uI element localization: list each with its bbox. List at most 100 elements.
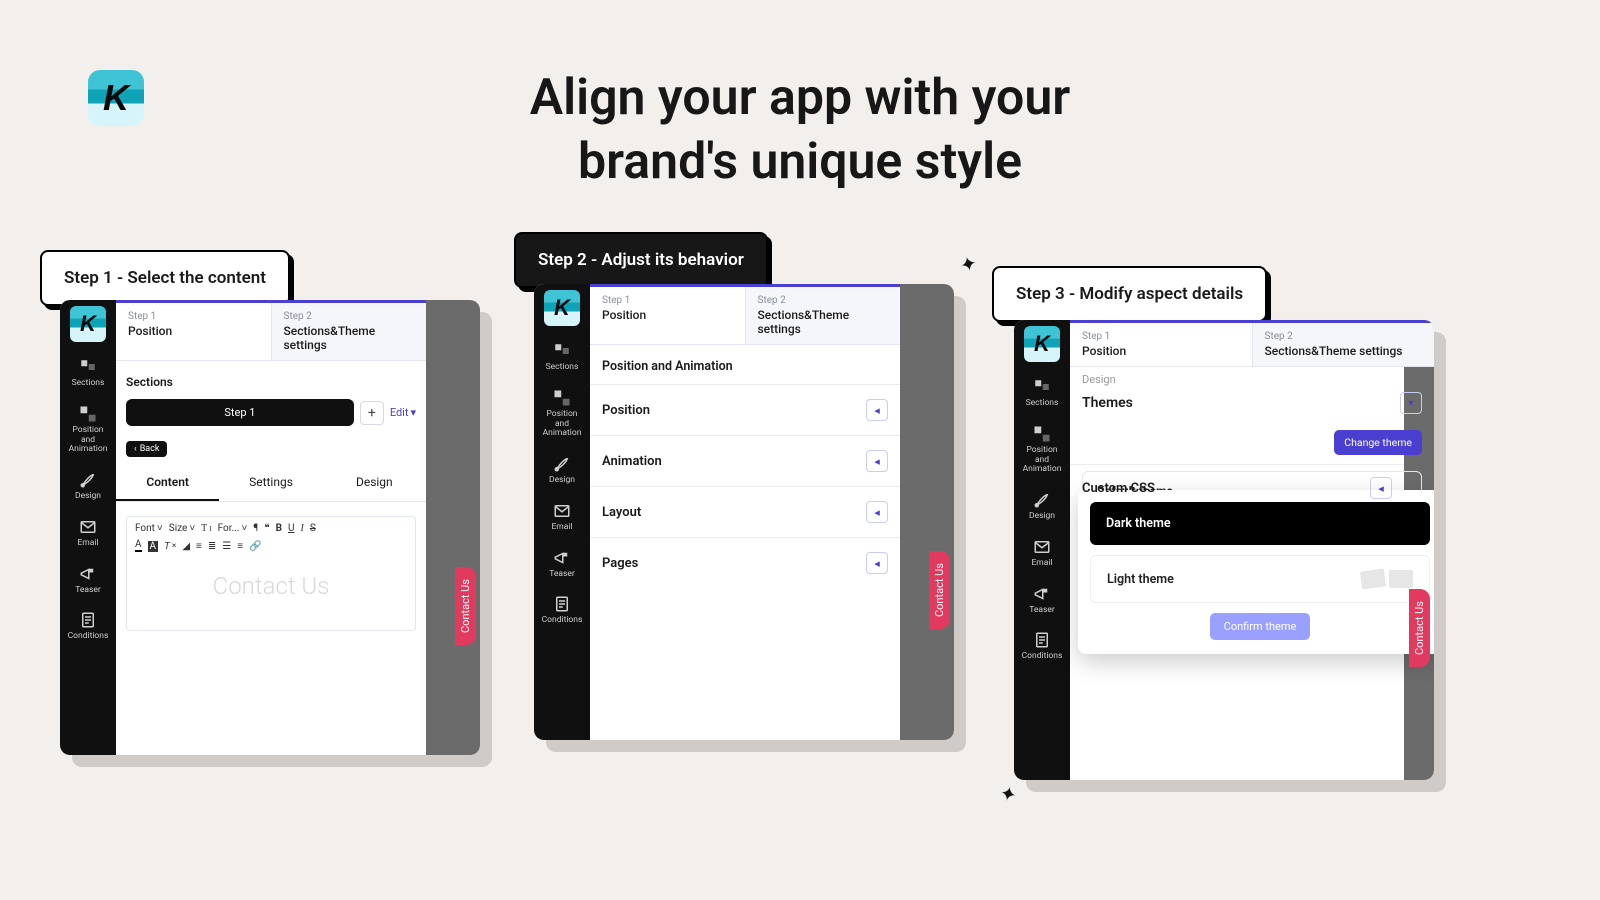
sidebar-item-position[interactable]: Position and Animation — [534, 383, 590, 445]
chevron-left-icon: ◂ — [1378, 482, 1384, 495]
content-tabs: Content Settings Design — [116, 465, 426, 502]
confirm-theme-button[interactable]: Confirm theme — [1210, 613, 1311, 640]
font-dropdown[interactable]: Font ˅ — [135, 523, 163, 534]
edit-link[interactable]: Edit▾ — [390, 406, 416, 419]
step1-label-card: Step 1 - Select the content — [40, 250, 290, 306]
bg-color-icon[interactable]: A — [148, 541, 159, 552]
sidebar-position-label: Position and Animation — [543, 409, 582, 439]
stepper-step1-lbl: Step 1 — [602, 295, 733, 306]
list-ul-icon[interactable]: ☰ — [222, 541, 231, 552]
italic-icon[interactable]: I — [300, 523, 303, 534]
expand-button[interactable]: ◂ — [866, 552, 888, 574]
quote-icon[interactable]: ❝ — [264, 523, 269, 534]
position-icon — [1033, 425, 1051, 443]
sidebar-item-design[interactable]: Design — [60, 465, 116, 508]
sidebar-item-position[interactable]: Position and Animation — [1014, 419, 1070, 481]
align-center-icon[interactable]: ≣ — [208, 541, 216, 552]
sidebar-item-email[interactable]: Email — [60, 512, 116, 555]
sidebar-conditions-label: Conditions — [68, 631, 109, 641]
list-ol-icon[interactable]: ≡ — [237, 541, 243, 552]
megaphone-icon — [79, 565, 97, 583]
sidebar-item-conditions[interactable]: Conditions — [1014, 625, 1070, 668]
design-section-label: Design — [1070, 367, 1434, 386]
sidebar-item-teaser[interactable]: Teaser — [1014, 579, 1070, 622]
bold-icon[interactable]: B — [276, 523, 282, 534]
mail-icon — [553, 502, 571, 520]
sidebar-conditions-label: Conditions — [542, 615, 583, 625]
align-left-icon[interactable]: ≡ — [196, 541, 202, 552]
stepper-step1-name: Position — [1082, 344, 1240, 358]
tab-design[interactable]: Design — [323, 465, 426, 501]
theme-swatch-icon — [1361, 570, 1413, 588]
back-button[interactable]: ‹Back — [126, 441, 167, 457]
sidebar-item-conditions[interactable]: Conditions — [534, 589, 590, 632]
sidebar-email-label: Email — [77, 538, 98, 548]
sections-icon — [553, 342, 571, 360]
expand-button[interactable]: ◂ — [1370, 477, 1392, 499]
sidebar-teaser-label: Teaser — [549, 569, 575, 579]
doc-icon — [79, 611, 97, 629]
stepper-step2-name: Sections&Theme settings — [1265, 344, 1423, 358]
custom-css-label: Custom CSS — [1082, 481, 1155, 496]
expand-button[interactable]: ◂ — [866, 399, 888, 421]
step3-label: Step 3 - Modify aspect details — [1016, 284, 1243, 304]
custom-css-row[interactable]: Custom CSS ◂ — [1070, 464, 1404, 511]
tab-settings[interactable]: Settings — [219, 465, 322, 501]
text-style-icon[interactable]: TI — [201, 523, 211, 534]
strike-icon[interactable]: S — [310, 523, 316, 534]
font-color-icon[interactable]: A — [135, 540, 142, 552]
stepper-step1-name: Position — [128, 324, 259, 338]
accordion-layout[interactable]: Layout ◂ — [590, 486, 900, 537]
accordion-animation[interactable]: Animation ◂ — [590, 435, 900, 486]
sidebar-item-design[interactable]: Design — [534, 449, 590, 492]
eraser-icon[interactable]: ◢ — [182, 541, 190, 552]
sidebar-item-position[interactable]: Position and Animation — [60, 399, 116, 461]
expand-button[interactable]: ◂ — [866, 501, 888, 523]
size-dropdown[interactable]: Size ˅ — [169, 523, 195, 534]
step1-pill[interactable]: Step 1 — [126, 399, 354, 426]
themes-label: Themes — [1082, 395, 1133, 411]
themes-dropdown[interactable]: ▾ — [1400, 392, 1422, 414]
theme-picker-popover: Dark theme Light theme Confirm theme — [1078, 490, 1434, 654]
sidebar-item-email[interactable]: Email — [534, 496, 590, 539]
editor-toolbar-row2: A A T× ◢ ≡ ≣ ☰ ≡ 🔗 — [135, 540, 407, 552]
paragraph-icon[interactable]: ¶ — [253, 523, 258, 534]
expand-button[interactable]: ◂ — [866, 450, 888, 472]
megaphone-icon — [553, 549, 571, 567]
tab-content[interactable]: Content — [116, 465, 219, 501]
change-theme-button[interactable]: Change theme — [1334, 430, 1422, 455]
editor-sidebar: K Sections Position and Animation Design… — [534, 284, 590, 740]
sidebar-item-teaser[interactable]: Teaser — [534, 543, 590, 586]
accordion-position[interactable]: Position ◂ — [590, 384, 900, 435]
top-stepper: Step 1 Position Step 2 Sections&Theme se… — [116, 300, 426, 361]
sidebar-item-sections[interactable]: Sections — [534, 336, 590, 379]
sidebar-teaser-label: Teaser — [75, 585, 101, 595]
accordion-pages[interactable]: Pages ◂ — [590, 537, 900, 588]
contact-us-pill[interactable]: Contact Us — [455, 567, 476, 645]
step2-label: Step 2 - Adjust its behavior — [538, 250, 744, 270]
sidebar-item-sections[interactable]: Sections — [1014, 372, 1070, 415]
position-label: Position — [602, 403, 650, 418]
sidebar-item-sections[interactable]: Sections — [60, 352, 116, 395]
clear-format-icon[interactable]: T× — [164, 541, 176, 552]
light-theme-label: Light theme — [1107, 572, 1174, 587]
light-theme-option[interactable]: Light theme — [1090, 555, 1430, 603]
underline-icon[interactable]: U — [288, 523, 294, 534]
sidebar-teaser-label: Teaser — [1029, 605, 1055, 615]
sidebar-logo: K — [70, 306, 106, 342]
add-section-button[interactable]: + — [360, 401, 384, 425]
format-dropdown[interactable]: For... ˅ — [218, 523, 248, 534]
sections-header: Sections — [116, 361, 426, 395]
chevron-down-icon: ▾ — [1408, 398, 1413, 409]
sidebar-item-email[interactable]: Email — [1014, 532, 1070, 575]
headline-line1: Align your app with your — [530, 69, 1070, 127]
contact-us-pill[interactable]: Contact Us — [929, 551, 950, 629]
rich-text-editor[interactable]: Font ˅ Size ˅ TI For... ˅ ¶ ❝ B U I S A … — [126, 516, 416, 631]
sidebar-item-conditions[interactable]: Conditions — [60, 605, 116, 648]
sidebar-item-design[interactable]: Design — [1014, 485, 1070, 528]
link-icon[interactable]: 🔗 — [249, 541, 261, 552]
sidebar-item-teaser[interactable]: Teaser — [60, 559, 116, 602]
contact-us-pill[interactable]: Contact Us — [1409, 589, 1430, 667]
pos-anim-header: Position and Animation — [590, 345, 900, 384]
stepper-step2-lbl: Step 2 — [758, 295, 889, 306]
